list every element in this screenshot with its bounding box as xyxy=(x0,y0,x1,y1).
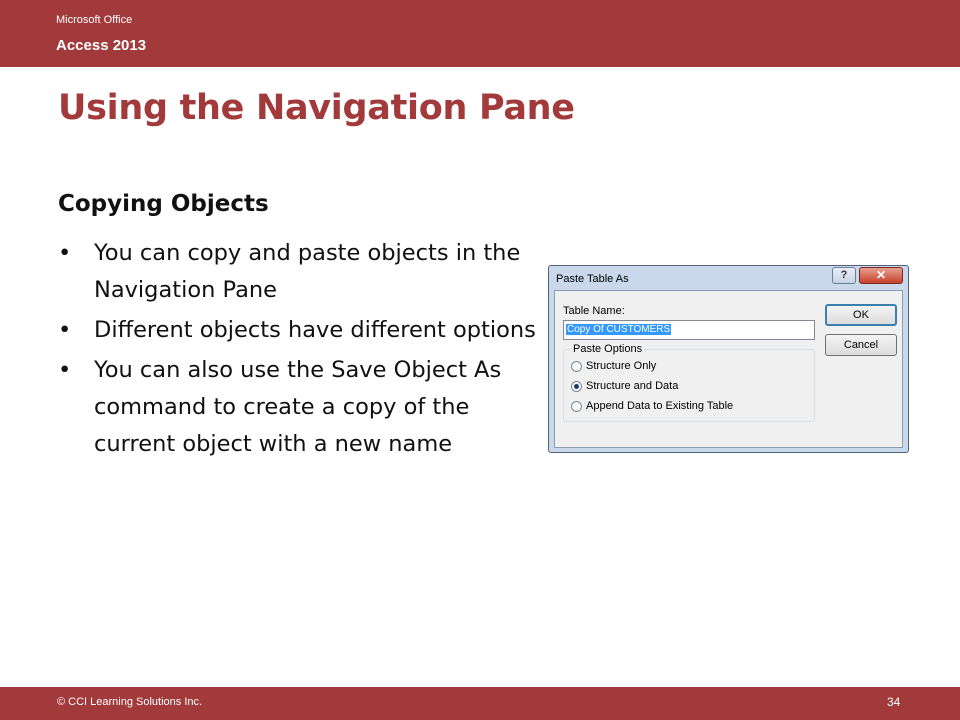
header-bar: Microsoft Office Access 2013 xyxy=(0,0,960,67)
radio-append-data[interactable]: Append Data to Existing Table xyxy=(571,400,733,414)
bullet-text: Different objects have different options xyxy=(94,317,536,343)
slide-subheading: Copying Objects xyxy=(58,191,269,217)
bullet-list: • You can copy and paste objects in the … xyxy=(58,235,543,466)
paste-options-group: Paste Options Structure Only Structure a… xyxy=(563,343,815,422)
close-icon[interactable]: ✕ xyxy=(859,267,903,284)
bullet-icon: • xyxy=(58,357,72,383)
table-name-input[interactable]: Copy Of CUSTOMERS xyxy=(563,320,815,340)
radio-checked-icon xyxy=(571,380,582,392)
footer-bar: © CCI Learning Solutions Inc. 34 xyxy=(0,687,960,720)
copyright-text: © CCI Learning Solutions Inc. xyxy=(57,696,203,708)
radio-structure-and-data[interactable]: Structure and Data xyxy=(571,380,678,394)
bullet-item: • Different objects have different optio… xyxy=(58,312,543,349)
radio-label: Structure and Data xyxy=(586,380,679,392)
radio-structure-only[interactable]: Structure Only xyxy=(571,360,656,374)
radio-label: Append Data to Existing Table xyxy=(586,400,734,412)
dialog-title: Paste Table As xyxy=(556,273,629,285)
bullet-icon: • xyxy=(58,317,72,343)
page-number: 34 xyxy=(887,695,901,709)
slide-title: Using the Navigation Pane xyxy=(58,88,575,128)
dialog-body: Table Name: Copy Of CUSTOMERS Paste Opti… xyxy=(554,290,903,448)
table-name-value: Copy Of CUSTOMERS xyxy=(566,324,672,335)
ok-button[interactable]: OK xyxy=(825,304,897,326)
bullet-icon: • xyxy=(58,240,72,266)
bullet-item: • You can also use the Save Object As co… xyxy=(58,352,543,463)
help-icon[interactable]: ? xyxy=(832,267,856,284)
radio-label: Structure Only xyxy=(586,360,657,372)
cancel-button[interactable]: Cancel xyxy=(825,334,897,356)
brand-line-1: Microsoft Office xyxy=(56,14,133,26)
paste-table-as-dialog: Paste Table As ? ✕ Table Name: Copy Of C… xyxy=(548,265,909,453)
bullet-item: • You can copy and paste objects in the … xyxy=(58,235,543,309)
table-name-label: Table Name: xyxy=(563,305,625,317)
radio-unchecked-icon xyxy=(571,400,582,412)
bullet-text: You can also use the Save Object As comm… xyxy=(94,357,502,457)
radio-unchecked-icon xyxy=(571,360,582,372)
brand-line-2: Access 2013 xyxy=(56,37,147,54)
bullet-text: You can copy and paste objects in the Na… xyxy=(94,240,521,303)
paste-options-label: Paste Options xyxy=(571,343,645,355)
